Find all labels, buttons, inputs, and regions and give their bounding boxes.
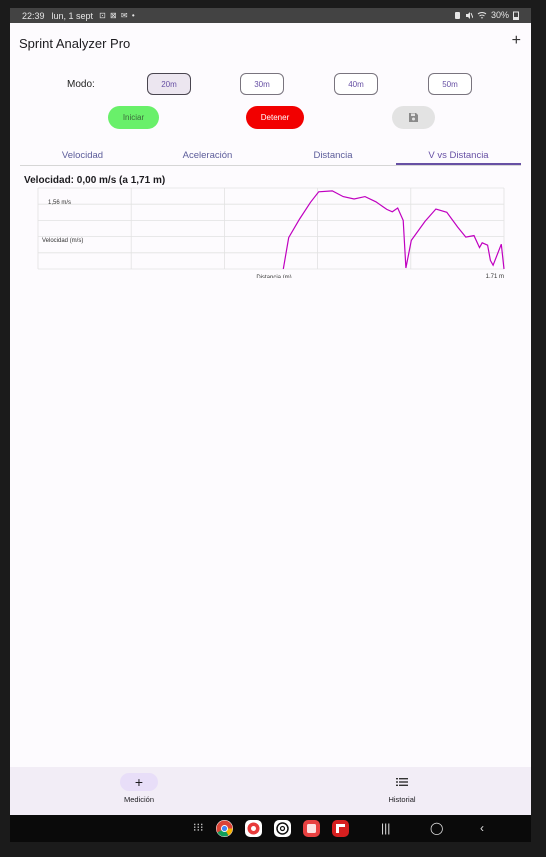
back-icon[interactable]: ‹: [480, 821, 484, 835]
chatgpt-icon[interactable]: [274, 820, 291, 837]
stop-button[interactable]: Detener: [246, 106, 304, 129]
y-axis-label: Velocidad (m/s): [42, 238, 83, 244]
status-right: 30%: [454, 10, 519, 20]
mode-button-40m[interactable]: 40m: [334, 73, 378, 95]
nav-medicion[interactable]: + Medición: [99, 773, 179, 804]
recents-icon[interactable]: |||: [381, 821, 390, 835]
status-date: lun, 1 sept: [51, 10, 94, 21]
tab-velocidad[interactable]: Velocidad: [20, 145, 145, 165]
app-screen: 22:39 lun, 1 sept ⊡ ⊠ ✉ • 30% Sprint Ana…: [10, 8, 531, 842]
tab-v-vs-distancia[interactable]: V vs Distancia: [396, 145, 521, 165]
velocity-series-line: [282, 190, 505, 270]
nav-medicion-label: Medición: [123, 795, 154, 804]
bottom-navigation: + Medición Historial: [10, 767, 531, 815]
battery-saver-icon: [454, 11, 460, 19]
tab-aceleracion[interactable]: Aceleración: [145, 145, 270, 165]
start-button[interactable]: Iniciar: [108, 106, 159, 129]
tab-row: Velocidad Aceleración Distancia V vs Dis…: [20, 145, 521, 166]
app-drawer-icon[interactable]: ⁝⁝⁝: [193, 821, 204, 834]
notification-icons: ⊡ ⊠ ✉ •: [99, 11, 136, 20]
mode-button-20m[interactable]: 20m: [147, 73, 191, 95]
top-app-bar: Sprint Analyzer Pro +: [10, 23, 531, 65]
add-icon[interactable]: +: [512, 32, 521, 50]
notes-app-icon[interactable]: [303, 820, 320, 837]
system-taskbar: ⁝⁝⁝ ||| ◯ ‹: [10, 815, 531, 842]
battery-icon: [513, 11, 519, 20]
nav-historial-label: Historial: [388, 795, 416, 804]
home-icon[interactable]: ◯: [430, 821, 443, 835]
plus-icon: +: [120, 773, 158, 791]
camera-icon[interactable]: [245, 820, 262, 837]
app-title: Sprint Analyzer Pro: [19, 36, 131, 51]
wifi-icon: [477, 11, 487, 18]
nav-historial[interactable]: Historial: [362, 773, 442, 804]
x-tick-label: 1,71 m: [486, 274, 504, 278]
status-time: 22:39: [22, 10, 45, 21]
tab-distancia[interactable]: Distancia: [270, 145, 396, 165]
x-axis-label: Distancia (m): [256, 275, 291, 278]
mute-icon: [465, 11, 473, 19]
mode-selector: Modo: 20m 30m 40m 50m: [10, 73, 531, 97]
chrome-icon[interactable]: [216, 820, 233, 837]
speed-readout: Velocidad: 0,00 m/s (a 1,71 m): [24, 175, 166, 186]
y-tick-label: 1,56 m/s: [48, 200, 71, 206]
mode-button-50m[interactable]: 50m: [428, 73, 472, 95]
battery-level: 30%: [490, 10, 509, 20]
list-icon: [383, 773, 421, 791]
mode-label: Modo:: [67, 79, 95, 90]
velocity-distance-chart: 1,56 m/s Velocidad (m/s) Distancia (m) 1,71…: [37, 187, 505, 278]
status-bar: 22:39 lun, 1 sept ⊡ ⊠ ✉ • 30%: [10, 8, 531, 23]
flipboard-icon[interactable]: [332, 820, 349, 837]
save-button[interactable]: [392, 106, 435, 129]
tab-indicator: [396, 163, 521, 165]
save-icon: [409, 113, 418, 122]
mode-button-30m[interactable]: 30m: [240, 73, 284, 95]
